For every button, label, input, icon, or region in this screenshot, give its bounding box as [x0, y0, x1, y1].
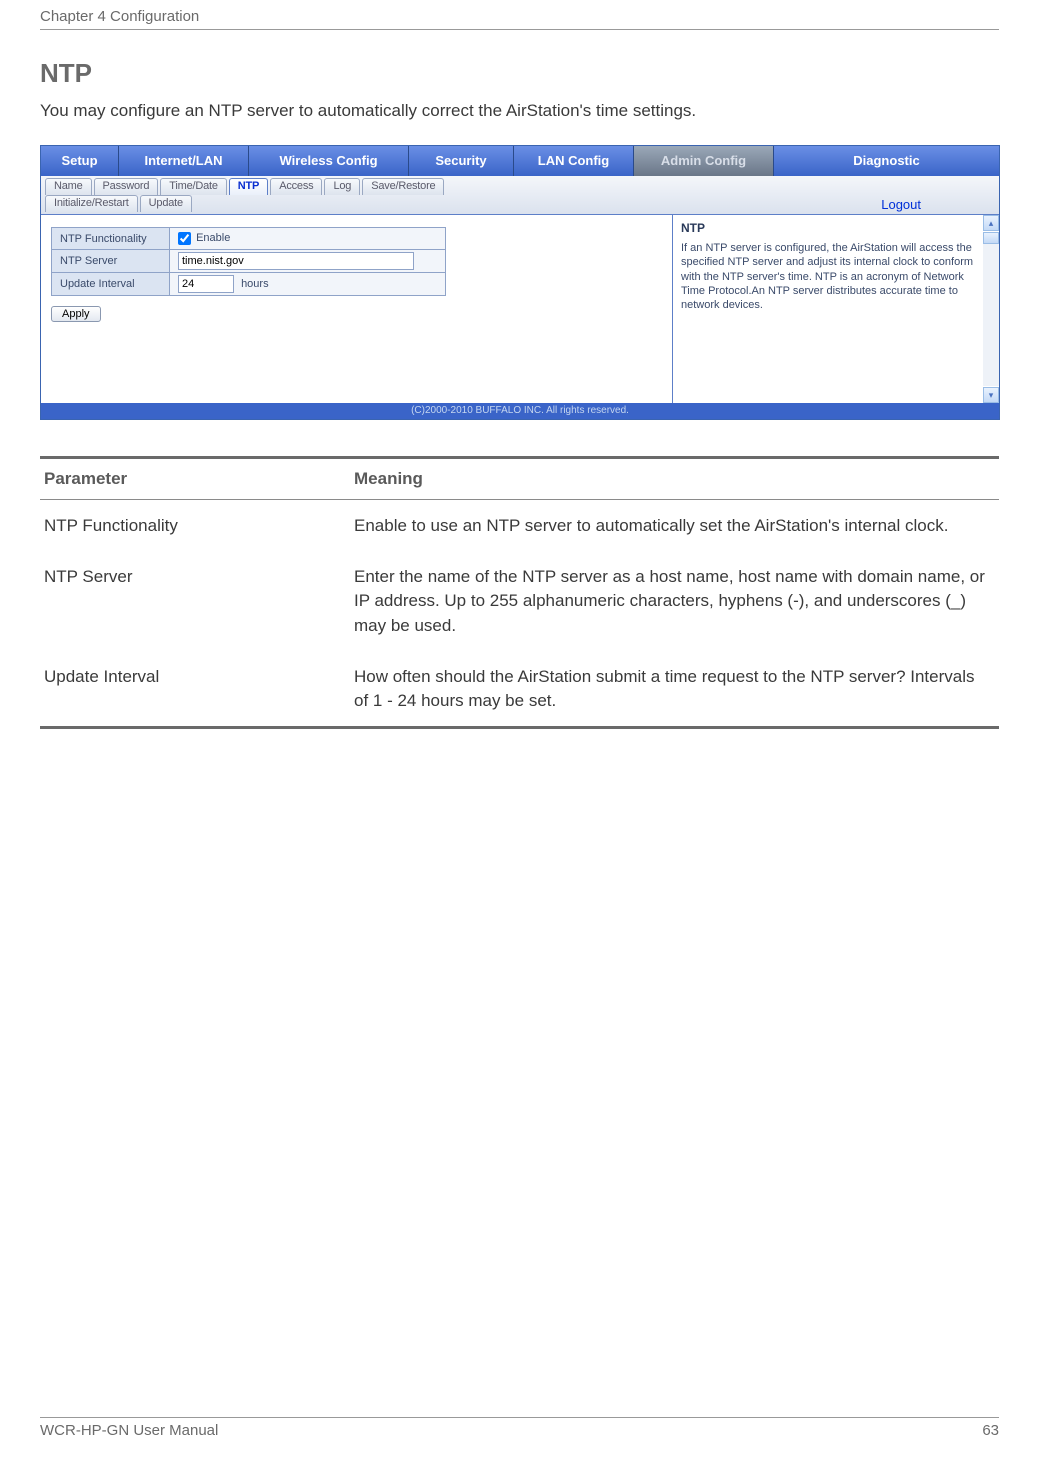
help-body: If an NTP server is configured, the AirS…: [681, 241, 989, 312]
tab-security[interactable]: Security: [409, 146, 514, 176]
param-name: NTP Functionality: [40, 500, 350, 551]
subtab-access[interactable]: Access: [270, 178, 322, 195]
tab-lan-config[interactable]: LAN Config: [514, 146, 634, 176]
main-tab-row: Setup Internet/LAN Wireless Config Secur…: [41, 146, 999, 176]
ntp-enable-label: Enable: [196, 232, 230, 244]
subtab-ntp[interactable]: NTP: [229, 178, 268, 195]
param-meaning: How often should the AirStation submit a…: [350, 651, 999, 728]
scrollbar-thumb[interactable]: [983, 232, 999, 244]
param-meaning: Enable to use an NTP server to automatic…: [350, 500, 999, 551]
subtab-log[interactable]: Log: [324, 178, 360, 195]
config-table: NTP Functionality Enable NTP Server: [51, 227, 446, 296]
apply-button[interactable]: Apply: [51, 306, 101, 322]
ntp-functionality-label: NTP Functionality: [52, 228, 170, 250]
tab-setup[interactable]: Setup: [41, 146, 119, 176]
tab-diagnostic[interactable]: Diagnostic: [774, 146, 999, 176]
logout-link[interactable]: Logout: [881, 197, 921, 212]
table-row: Update Interval How often should the Air…: [40, 651, 999, 728]
page-header: Chapter 4 Configuration: [40, 0, 999, 30]
param-meaning: Enter the name of the NTP server as a ho…: [350, 551, 999, 651]
table-row: NTP Functionality Enable to use an NTP s…: [40, 500, 999, 551]
section-intro: You may configure an NTP server to autom…: [40, 101, 999, 121]
ntp-server-input[interactable]: [178, 252, 414, 270]
scroll-down-icon[interactable]: ▾: [983, 387, 999, 403]
update-interval-label: Update Interval: [52, 273, 170, 296]
parameter-table: Parameter Meaning NTP Functionality Enab…: [40, 456, 999, 729]
sub-tab-area: Name Password Time/Date NTP Access Log S…: [41, 176, 999, 215]
footer-page-number: 63: [982, 1422, 999, 1439]
param-head-meaning: Meaning: [350, 458, 999, 500]
subtab-update[interactable]: Update: [140, 195, 192, 212]
help-title: NTP: [681, 221, 989, 235]
ntp-enable-checkbox[interactable]: [178, 232, 191, 245]
subtab-password[interactable]: Password: [94, 178, 159, 195]
page-footer: WCR-HP-GN User Manual 63: [40, 1417, 999, 1439]
param-name: NTP Server: [40, 551, 350, 651]
update-interval-input[interactable]: [178, 275, 234, 293]
screenshot-ui: Setup Internet/LAN Wireless Config Secur…: [40, 145, 1000, 420]
section-title: NTP: [40, 58, 999, 89]
update-interval-unit: hours: [241, 278, 269, 290]
param-head-parameter: Parameter: [40, 458, 350, 500]
copyright-bar: (C)2000-2010 BUFFALO INC. All rights res…: [41, 403, 999, 419]
footer-manual-name: WCR-HP-GN User Manual: [40, 1422, 218, 1439]
help-pane: ▴ ▾ NTP If an NTP server is configured, …: [673, 215, 999, 403]
subtab-time-date[interactable]: Time/Date: [160, 178, 227, 195]
tab-admin-config[interactable]: Admin Config: [634, 146, 774, 176]
subtab-initialize-restart[interactable]: Initialize/Restart: [45, 195, 138, 212]
tab-internet-lan[interactable]: Internet/LAN: [119, 146, 249, 176]
subtab-save-restore[interactable]: Save/Restore: [362, 178, 444, 195]
scroll-up-icon[interactable]: ▴: [983, 215, 999, 231]
config-form-pane: NTP Functionality Enable NTP Server: [41, 215, 673, 403]
param-name: Update Interval: [40, 651, 350, 728]
ntp-server-label: NTP Server: [52, 250, 170, 273]
tab-wireless-config[interactable]: Wireless Config: [249, 146, 409, 176]
subtab-name[interactable]: Name: [45, 178, 92, 195]
table-row: NTP Server Enter the name of the NTP ser…: [40, 551, 999, 651]
scrollbar-track[interactable]: [983, 232, 999, 386]
